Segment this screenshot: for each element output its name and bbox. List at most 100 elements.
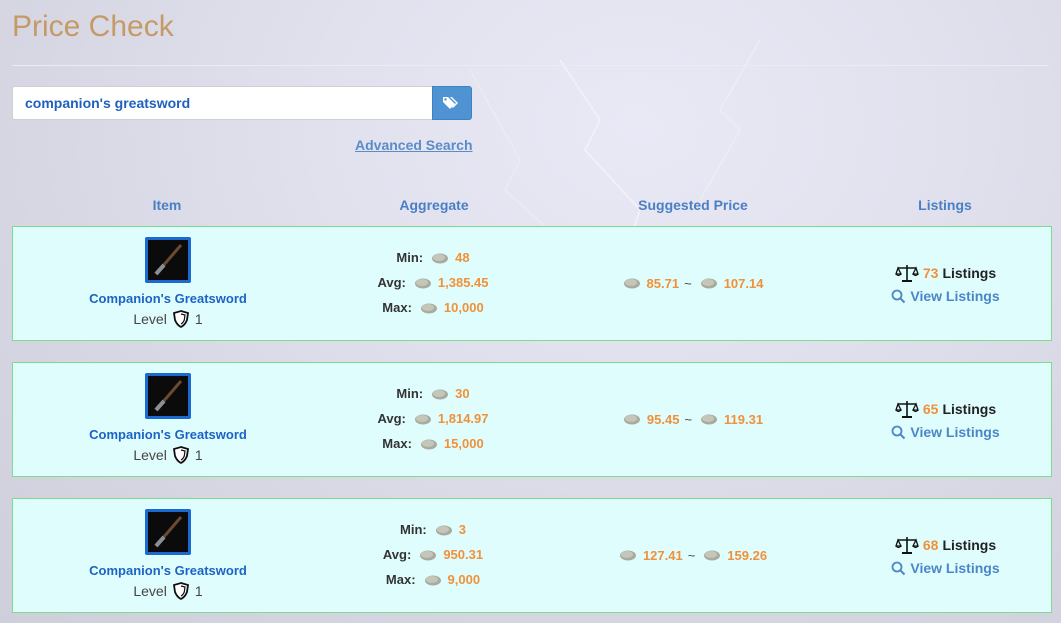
agg-avg: Avg: 1,814.97 [323,406,543,431]
min-label: Min: [396,250,424,265]
advanced-search-link[interactable]: Advanced Search [355,137,473,153]
silver-coin-icon [414,414,431,424]
item-cell: Companion's Greatsword Level 1 [13,237,323,328]
silver-coin-icon [432,389,449,399]
max-value: 9,000 [447,572,481,587]
magnifier-icon [891,425,906,439]
silver-coin-icon [704,550,721,561]
silver-coin-icon [623,278,640,289]
item-name-link[interactable]: Companion's Greatsword [13,563,323,578]
max-label: Max: [382,436,412,451]
price-check-search-button[interactable] [432,86,472,120]
item-cell: Companion's Greatsword Level 1 [13,509,323,600]
shield-icon [172,446,189,464]
agg-max: Max: 9,000 [323,567,543,592]
silver-coin-icon [420,550,437,560]
view-listings-link[interactable]: View Listings [873,421,1018,443]
result-row: Companion's Greatsword Level 1 Min: 48 A… [12,226,1052,341]
scales-icon [894,401,919,418]
avg-label: Avg: [377,411,406,426]
silver-coin-icon [414,278,431,288]
agg-max: Max: 10,000 [323,295,543,320]
silver-coin-icon [424,575,441,585]
range-separator: ~ [684,275,692,291]
magnifier-icon [891,561,906,575]
silver-coin-icon [700,278,717,289]
avg-value: 1,385.45 [437,275,489,290]
page-title: Price Check [12,10,174,43]
title-divider [12,65,1049,66]
listing-count: 68 Listings [873,533,1018,557]
column-header-suggested-price: Suggested Price [638,197,748,213]
scales-icon [894,537,919,554]
item-name-link[interactable]: Companion's Greatsword [13,291,323,306]
suggested-price-cell: 85.71 ~ 107.14 [593,273,793,293]
aggregate-cell: Min: 3 Avg: 950.31 Max: 9,000 [323,517,543,592]
agg-avg: Avg: 950.31 [323,542,543,567]
level-label: Level [133,311,167,327]
suggested-high: 159.26 [727,547,768,563]
greatsword-icon [154,244,183,276]
tags-icon [443,97,458,109]
listings-cell: 73 Listings View Listings [873,261,1018,307]
range-separator: ~ [687,547,696,563]
level-value: 1 [194,311,203,327]
column-header-aggregate: Aggregate [399,197,469,213]
level-label: Level [133,583,167,599]
max-label: Max: [382,300,412,315]
range-separator: ~ [684,411,693,427]
view-listings-label: View Listings [910,560,1000,576]
level-label: Level [133,447,167,463]
silver-coin-icon [619,550,636,561]
item-name-link[interactable]: Companion's Greatsword [13,427,323,442]
max-value: 15,000 [443,436,484,451]
agg-min: Min: 48 [323,245,543,270]
avg-value: 950.31 [443,547,484,562]
item-level: Level 1 [13,446,323,464]
silver-coin-icon [420,303,437,313]
item-thumbnail[interactable] [145,509,191,555]
magnifier-icon [891,289,906,303]
listing-count-number: 65 [922,401,939,417]
suggested-high: 119.31 [724,411,764,427]
column-header-item: Item [152,197,182,213]
listings-cell: 68 Listings View Listings [873,533,1018,579]
silver-coin-icon [432,253,449,263]
avg-label: Avg: [377,275,406,290]
view-listings-link[interactable]: View Listings [873,285,1018,307]
listing-count-word: Listings [942,265,997,281]
view-listings-link[interactable]: View Listings [873,557,1018,579]
max-value: 10,000 [443,300,484,315]
agg-avg: Avg: 1,385.45 [323,270,543,295]
shield-icon [172,582,189,600]
suggested-low: 95.45 [646,411,680,427]
item-thumbnail[interactable] [145,373,191,419]
aggregate-cell: Min: 48 Avg: 1,385.45 Max: 10,000 [323,245,543,320]
search-input[interactable] [12,86,432,120]
item-cell: Companion's Greatsword Level 1 [13,373,323,464]
item-level: Level 1 [13,582,323,600]
silver-coin-icon [435,525,452,535]
item-thumbnail[interactable] [145,237,191,283]
suggested-price-cell: 95.45 ~ 119.31 [593,409,793,429]
min-label: Min: [400,522,427,537]
level-value: 1 [194,583,203,599]
listing-count: 65 Listings [873,397,1018,421]
min-label: Min: [396,386,424,401]
listing-count: 73 Listings [873,261,1018,285]
suggested-low: 127.41 [642,547,683,563]
avg-label: Avg: [382,547,412,562]
view-listings-label: View Listings [910,424,1000,440]
silver-coin-icon [701,414,718,425]
listings-cell: 65 Listings View Listings [873,397,1018,443]
level-value: 1 [194,447,203,463]
listing-count-number: 73 [922,265,939,281]
max-label: Max: [385,572,416,587]
greatsword-icon [154,380,183,412]
greatsword-icon [154,516,183,548]
agg-min: Min: 30 [323,381,543,406]
silver-coin-icon [420,439,437,449]
suggested-price-cell: 127.41 ~ 159.26 [593,545,793,565]
agg-min: Min: 3 [323,517,543,542]
listing-count-word: Listings [942,537,997,553]
